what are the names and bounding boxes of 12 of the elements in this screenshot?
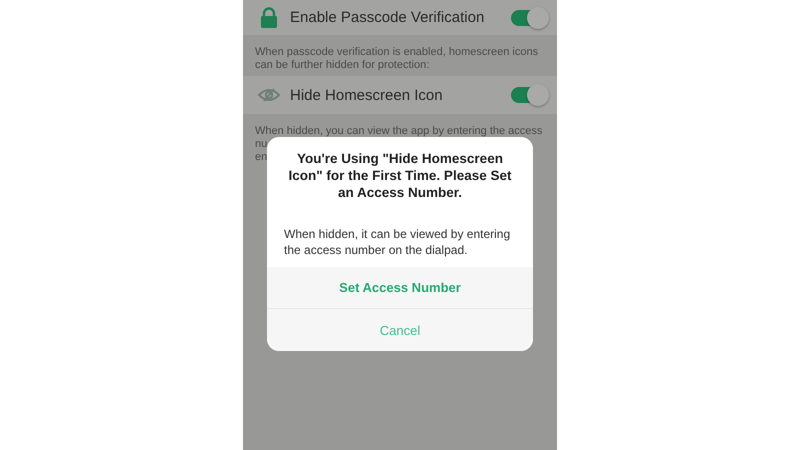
description-text: When passcode verification is enabled, homescreen icons — [255, 46, 538, 59]
cancel-button[interactable]: Cancel — [267, 309, 533, 351]
hidden-eye-icon — [257, 87, 281, 103]
setting-label: Hide Homescreen Icon — [290, 86, 444, 104]
setting-label: Enable Passcode Verification — [290, 9, 486, 26]
description-text: nu — [255, 138, 268, 151]
set-access-number-button[interactable]: Set Access Number — [267, 267, 533, 309]
description-text: can be further hidden for protection: — [255, 59, 430, 72]
description-text: When hidden, you can view the app by entering the access — [255, 125, 542, 138]
dialog-title: You're Using "Hide Homescreen Icon" for the First Time. Please Set an Access Number. — [288, 150, 512, 201]
description-text: en — [255, 151, 268, 164]
dialog-message: When hidden, it can be viewed by entering the access number on the dialpad. — [283, 226, 512, 259]
